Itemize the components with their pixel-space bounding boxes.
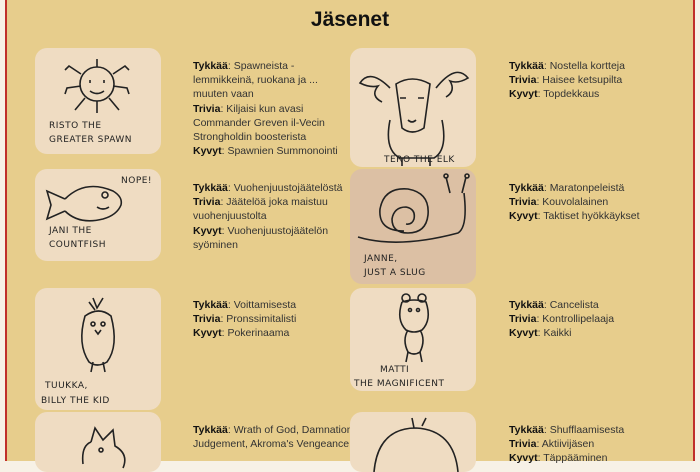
likes-label: Tykkää <box>193 424 228 436</box>
member-skills: Pokerinaama <box>227 327 290 340</box>
fish-drawing-icon: NOPE! JANI THE COUNTFISH <box>45 176 152 250</box>
drawing-caption: BILLY THE KID <box>41 396 110 406</box>
drawing-caption: JANNE, <box>363 254 398 264</box>
elk-drawing-icon: TERO THE ELK <box>358 71 470 166</box>
trivia-label: Trivia <box>193 102 221 115</box>
likes-label: Tykkää <box>509 60 544 72</box>
page-title: Jäsenet <box>310 8 390 31</box>
face-drawing-icon <box>373 417 459 472</box>
wolf-drawing-icon <box>81 426 126 469</box>
drawing-caption: THE MAGNIFICENT <box>353 379 444 389</box>
member-likes: Cancelista <box>549 299 599 311</box>
likes-label: Tykkää <box>193 299 228 311</box>
member-drawing-jani: NOPE! JANI THE COUNTFISH <box>35 169 161 261</box>
member-drawing-risto: RISTO THE GREATER SPAWN <box>35 48 161 154</box>
creature-drawing-icon: MATTI THE MAGNIFICENT <box>353 293 444 389</box>
member-trivia: Kouvolalainen <box>542 196 609 209</box>
likes-label: Tykkää <box>193 60 228 72</box>
member-likes: Shufflaamisesta <box>549 424 625 436</box>
drawing-caption: MATTI <box>380 365 409 375</box>
drawing-caption: TUUKKA, <box>44 381 88 391</box>
member-trivia: Kontrollipelaaja <box>542 313 615 326</box>
skills-label: Kyvyt <box>193 327 222 340</box>
skills-label: Kyvyt <box>193 224 222 237</box>
skills-label: Kyvyt <box>509 210 538 223</box>
member-likes: Maratonpeleistä <box>549 182 625 194</box>
member-info: Tykkää: Voittamisesta Trivia: Pronssimit… <box>193 299 297 340</box>
member-info: Tykkää: Spawneista - lemmikkeinä, ruokan… <box>193 60 338 158</box>
member-trivia: Haisee ketsupilta <box>542 74 623 87</box>
member-likes: Vuohenjuustojäätelöstä <box>233 182 343 194</box>
page-frame: Jäsenet RISTO THE GREATER SPAWN Tykkää: … <box>5 0 695 472</box>
trivia-label: Trivia <box>509 313 537 326</box>
drawing-caption: JANI THE <box>48 226 92 236</box>
member-drawing-tero: TERO THE ELK <box>350 48 476 167</box>
snail-drawing-icon: JANNE, JUST A SLUG <box>357 173 470 278</box>
member-drawing-matti: MATTI THE MAGNIFICENT <box>350 288 476 391</box>
member-drawing-7 <box>35 412 161 472</box>
drawing-caption: GREATER SPAWN <box>49 135 132 145</box>
likes-label: Tykkää <box>509 424 544 436</box>
drawing-caption: NOPE! <box>121 176 152 186</box>
member-trivia: Pronssimitalisti <box>226 313 297 326</box>
trivia-label: Trivia <box>193 313 221 326</box>
likes-label: Tykkää <box>509 182 544 194</box>
member-info: Tykkää: Shufflaamisesta Trivia: Aktiivij… <box>509 424 625 465</box>
member-skills: Taktiset hyökkäykset <box>543 210 640 223</box>
trivia-label: Trivia <box>509 74 537 87</box>
member-skills: Spawnien Summonointi <box>227 145 338 158</box>
member-likes: Voittamisesta <box>233 299 297 311</box>
member-info: Tykkää: Maratonpeleistä Trivia: Kouvolal… <box>509 182 640 223</box>
trivia-label: Trivia <box>509 196 537 209</box>
skills-label: Kyvyt <box>509 327 538 340</box>
member-info: Tykkää: Vuohenjuustojäätelöstä Trivia: J… <box>193 182 343 251</box>
member-drawing-8 <box>350 412 476 472</box>
bird-drawing-icon: TUUKKA, BILLY THE KID <box>41 297 115 406</box>
skills-label: Kyvyt <box>509 88 538 101</box>
skills-label: Kyvyt <box>509 452 538 465</box>
member-skills: Täppääminen <box>543 452 608 465</box>
drawing-caption: JUST A SLUG <box>363 268 426 278</box>
drawing-caption: TERO THE ELK <box>383 155 455 165</box>
member-skills: Topdekkaus <box>543 88 600 101</box>
likes-label: Tykkää <box>509 299 544 311</box>
skills-label: Kyvyt <box>193 145 222 158</box>
trivia-label: Trivia <box>193 196 221 209</box>
member-skills: Kaikki <box>543 327 572 340</box>
member-drawing-tuukka: TUUKKA, BILLY THE KID <box>35 288 161 410</box>
member-info: Tykkää: Cancelista Trivia: Kontrollipela… <box>509 299 615 340</box>
likes-label: Tykkää <box>193 182 228 194</box>
member-info: Tykkää: Nostella kortteja Trivia: Haisee… <box>509 60 625 101</box>
trivia-label: Trivia <box>509 438 537 451</box>
member-info: Tykkää: Wrath of God, Damnation, Judgeme… <box>193 424 356 451</box>
member-trivia: Aktiivijäsen <box>541 438 595 451</box>
member-likes: Nostella kortteja <box>549 60 625 72</box>
spawn-drawing-icon: RISTO THE GREATER SPAWN <box>49 59 132 145</box>
drawing-caption: COUNTFISH <box>49 240 106 250</box>
member-drawing-janne: JANNE, JUST A SLUG <box>350 169 476 284</box>
drawing-caption: RISTO THE <box>49 121 102 131</box>
